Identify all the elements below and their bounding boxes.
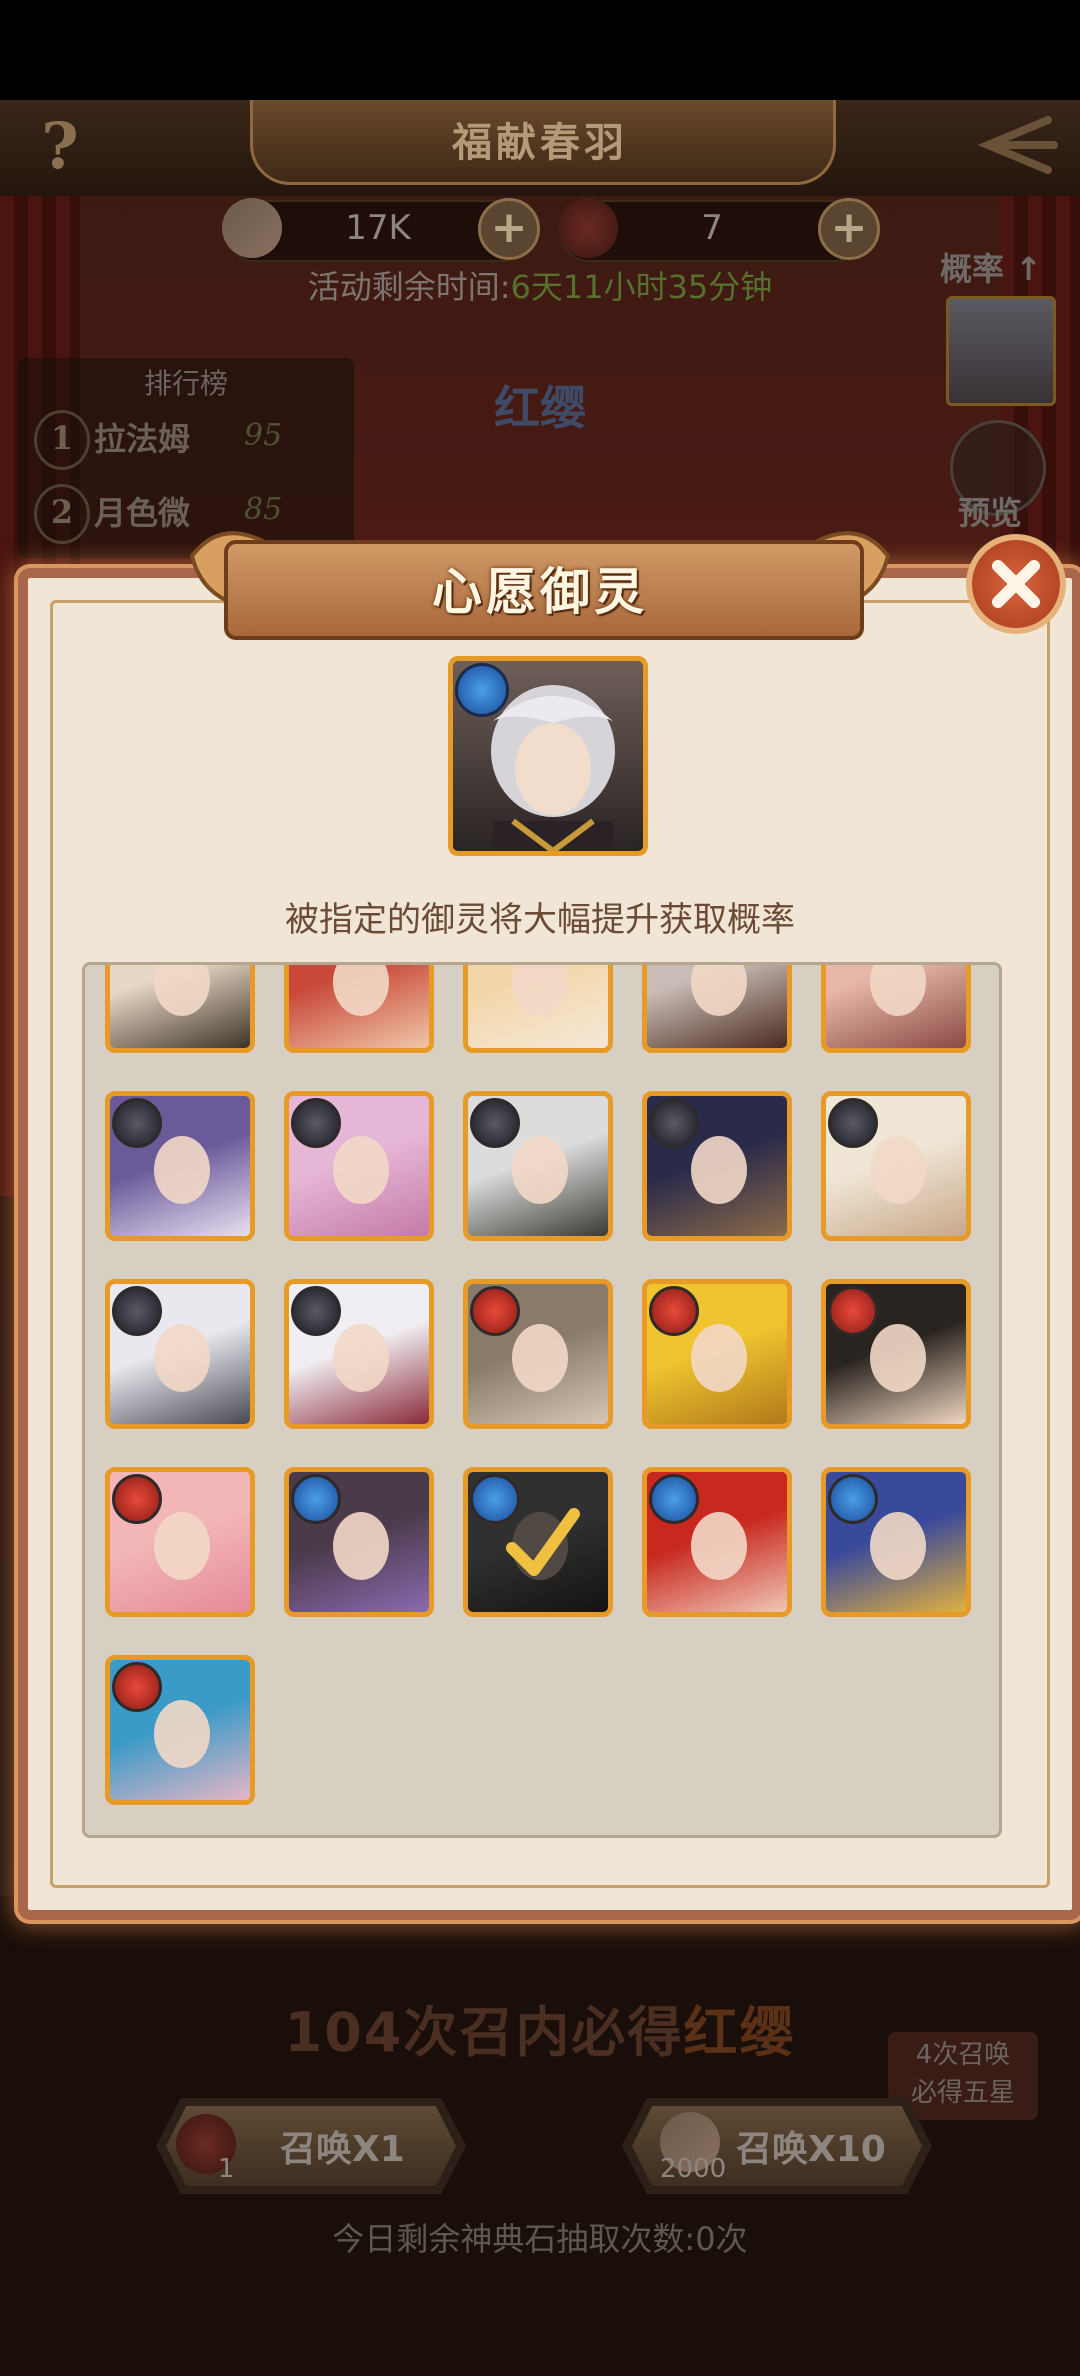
close-icon (992, 560, 1040, 608)
probability-button[interactable]: 概率 ↑ (940, 244, 1042, 290)
hero-card[interactable] (105, 1091, 255, 1241)
hero-card[interactable] (463, 965, 613, 1053)
remaining-time-label: 活动剩余时间: (307, 268, 511, 306)
dark-element-icon (828, 1098, 878, 1148)
water-element-icon (291, 1474, 341, 1524)
summon-x1-cost: 1 (218, 2154, 235, 2184)
selected-hero-portrait (448, 656, 648, 856)
water-element-icon (649, 1474, 699, 1524)
hero-card[interactable] (642, 1467, 792, 1617)
hero-card[interactable] (284, 965, 434, 1053)
modal-subtitle: 被指定的御灵将大幅提升获取概率 (285, 900, 795, 940)
hero-card[interactable] (284, 1467, 434, 1617)
summon-x10-cost: 2000 (660, 2154, 727, 2184)
hero-card[interactable] (642, 965, 792, 1053)
featured-hero-name: 红缨 (494, 381, 586, 435)
hero-face-icon (512, 965, 568, 1016)
hero-card[interactable] (105, 1279, 255, 1429)
hero-card[interactable] (821, 1279, 971, 1429)
hero-card[interactable] (284, 1279, 434, 1429)
pity-text: 104次召内必得 (284, 2001, 684, 2064)
remaining-time-value: 6天11小时35分钟 (510, 268, 773, 306)
dark-element-icon (470, 1098, 520, 1148)
blessing-token-icon (558, 198, 618, 258)
rank-medal-icon: 2 (34, 484, 90, 544)
checkmark-icon (506, 1508, 580, 1576)
hero-face-icon (333, 965, 389, 1016)
hero-card[interactable] (821, 1467, 971, 1617)
dark-element-icon (112, 1098, 162, 1148)
water-element-icon (455, 663, 509, 717)
dark-element-icon (291, 1286, 341, 1336)
hero-card[interactable] (642, 1091, 792, 1241)
back-arrow-icon[interactable] (968, 100, 1058, 190)
fire-element-icon (470, 1286, 520, 1336)
summon-x10-label: 召唤X10 (736, 2129, 886, 2170)
hero-face-icon (870, 965, 926, 1016)
fire-element-icon (112, 1662, 162, 1712)
fire-element-icon (112, 1474, 162, 1524)
add-token-button[interactable]: + (818, 198, 880, 260)
help-button[interactable]: ? (30, 112, 90, 182)
dark-element-icon (649, 1098, 699, 1148)
modal-title: 心愿御灵 (432, 563, 648, 621)
water-element-icon (828, 1474, 878, 1524)
close-button[interactable] (966, 534, 1066, 634)
hero-face-icon (154, 965, 210, 1016)
fire-element-icon (649, 1286, 699, 1336)
hero-card[interactable] (821, 1091, 971, 1241)
hero-card[interactable] (105, 1655, 255, 1805)
hero-grid (82, 962, 1002, 1838)
hero-card[interactable] (284, 1091, 434, 1241)
hero-card[interactable] (463, 1091, 613, 1241)
pity-hero: 红缨 (683, 2001, 796, 2064)
wish-hero-thumbnail[interactable] (946, 296, 1056, 406)
gem-icon (222, 198, 282, 258)
add-gem-button[interactable]: + (478, 198, 540, 260)
dark-element-icon (112, 1286, 162, 1336)
summon-x1-label: 召唤X1 (280, 2129, 405, 2170)
hero-card[interactable] (463, 1467, 613, 1617)
status-bar (0, 0, 1080, 100)
fire-element-icon (828, 1286, 878, 1336)
preview-label[interactable]: 预览 (958, 488, 1022, 534)
hero-card[interactable] (105, 965, 255, 1053)
hero-card[interactable] (642, 1279, 792, 1429)
dark-element-icon (291, 1098, 341, 1148)
probability-label: 概率 (940, 250, 1005, 288)
hero-face-icon (691, 965, 747, 1016)
five-star-line1: 4次召唤 (915, 2040, 1011, 2070)
rank-player-name: 月色微 (94, 494, 191, 532)
daily-draws-remaining: 今日剩余神典石抽取次数:0次 (332, 2220, 748, 2258)
hero-card[interactable] (821, 965, 971, 1053)
hero-card[interactable] (105, 1467, 255, 1617)
remaining-time: 活动剩余时间:6天11小时35分钟 (0, 262, 1080, 308)
hero-card[interactable] (463, 1279, 613, 1429)
event-title: 福献春羽 (452, 120, 628, 166)
